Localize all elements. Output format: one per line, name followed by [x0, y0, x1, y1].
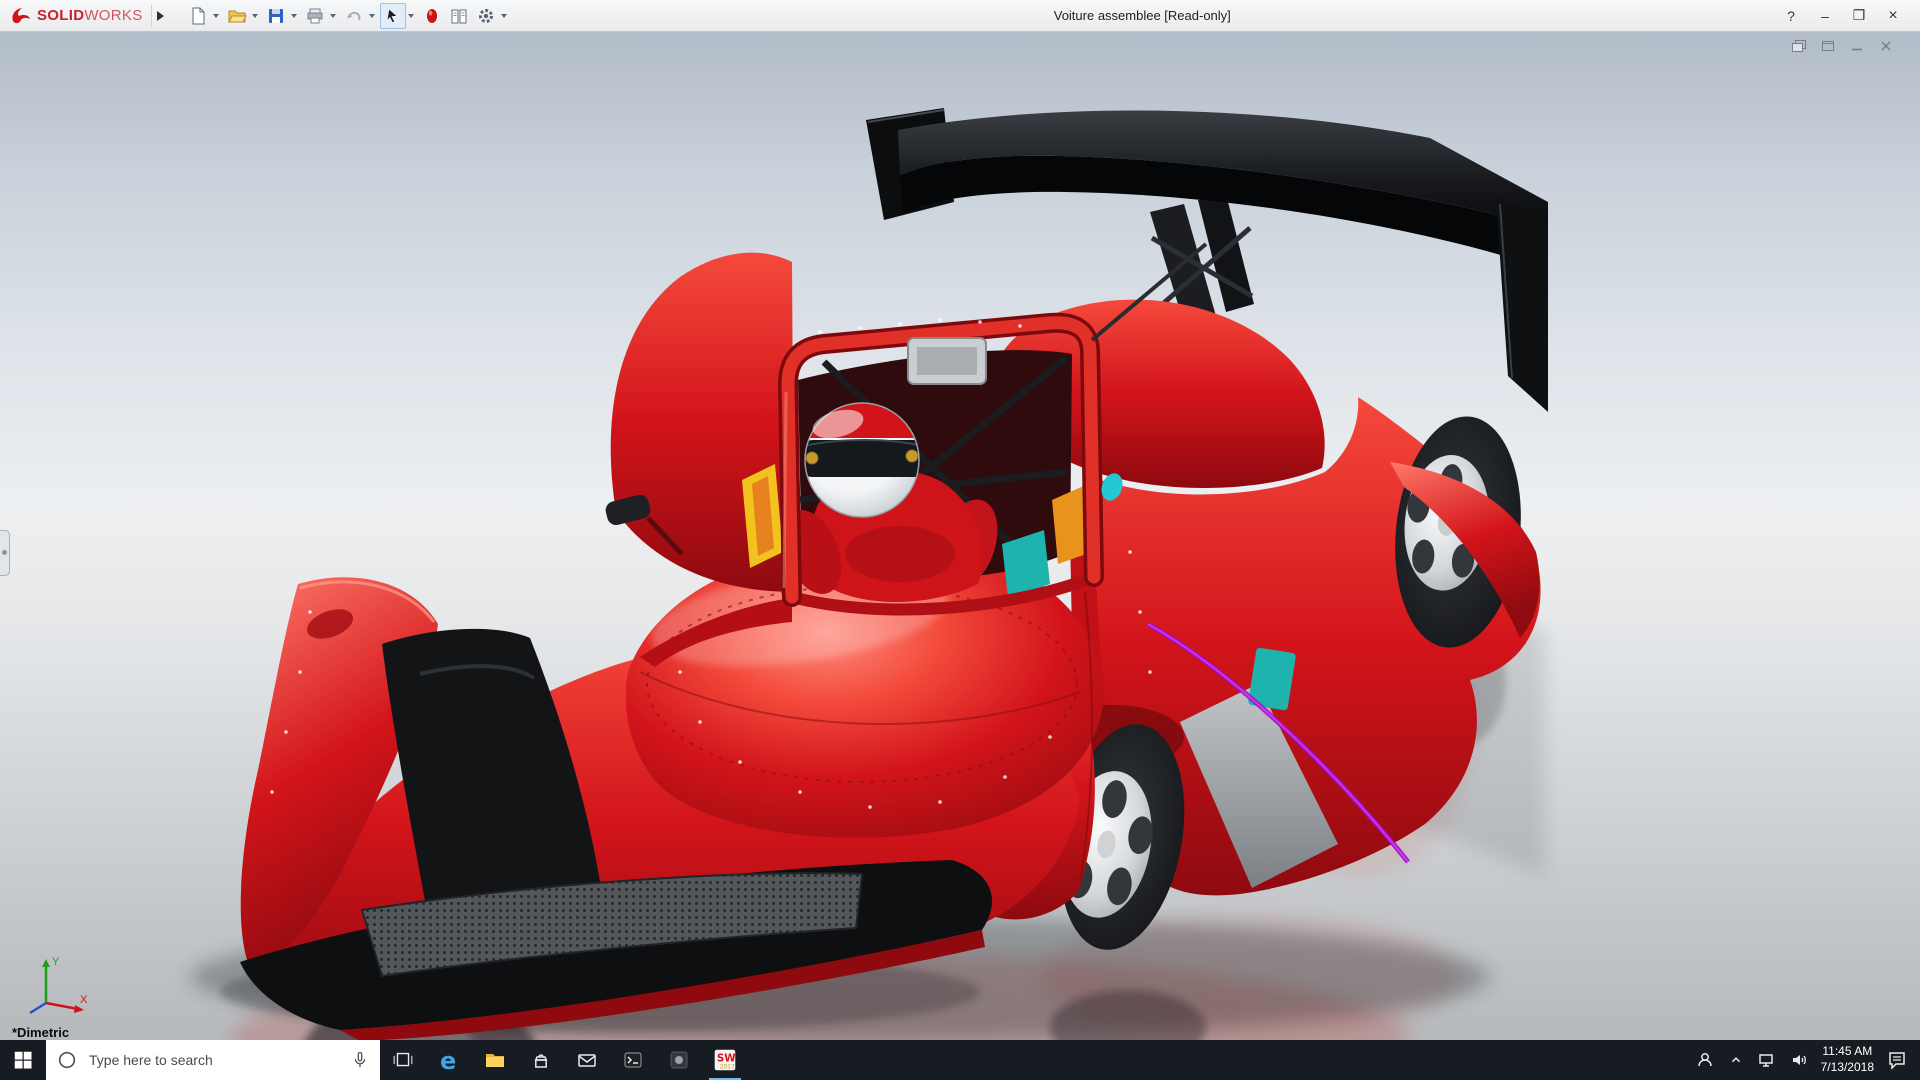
edge-button[interactable]: e [426, 1040, 472, 1080]
file-explorer-icon [483, 1048, 507, 1072]
file-properties-button[interactable] [446, 3, 472, 29]
appearance-icon [422, 6, 442, 26]
orientation-triad: Y X [16, 951, 92, 1017]
tray-time: 11:45 AM [1821, 1044, 1874, 1060]
command-prompt-icon [621, 1048, 645, 1072]
edge-icon: e [436, 1047, 462, 1073]
help-button[interactable]: ? [1774, 3, 1808, 29]
window-controls: ? – ❐ × [1774, 3, 1920, 29]
minimize-button[interactable]: – [1808, 3, 1842, 29]
new-document-button[interactable] [185, 3, 211, 29]
center-mirror [908, 338, 986, 384]
title-bar: SOLIDWORKS [0, 0, 1920, 32]
solidworks-2017-button[interactable]: SW 2017 [702, 1040, 748, 1080]
brand-text-solid: SOLID [37, 7, 84, 24]
open-dropdown-caret[interactable] [252, 14, 258, 18]
view-orientation-label: *Dimetric [12, 1025, 69, 1040]
hidden-icons-chevron-icon[interactable] [1727, 1051, 1745, 1069]
select-button[interactable] [380, 3, 406, 29]
close-button[interactable]: × [1876, 3, 1910, 29]
open-document-icon [227, 6, 247, 26]
print-button[interactable] [302, 3, 328, 29]
save-dropdown-caret[interactable] [291, 14, 297, 18]
start-button[interactable] [0, 1040, 46, 1080]
appearance-button[interactable] [419, 3, 445, 29]
undo-icon [344, 6, 364, 26]
quick-access-toolbar [185, 3, 511, 29]
new-dropdown-caret[interactable] [213, 14, 219, 18]
triad-y-label: Y [52, 956, 60, 968]
viewport-float-button[interactable] [1791, 39, 1807, 53]
viewport-close-button[interactable] [1878, 39, 1894, 53]
solidworks-2017-icon: SW 2017 [712, 1047, 738, 1073]
gear-icon [476, 6, 496, 26]
solidworks-logo: SOLIDWORKS [0, 6, 147, 26]
viewport-minimize-button[interactable] [1849, 39, 1865, 53]
cortana-icon [56, 1049, 78, 1071]
viewport-window-controls [1791, 39, 1894, 53]
print-dropdown-caret[interactable] [330, 14, 336, 18]
dassault-logo-icon [10, 6, 32, 26]
microphone-icon[interactable] [350, 1050, 370, 1070]
car-model-svg [0, 32, 1920, 1041]
action-center-icon[interactable] [1886, 1049, 1908, 1071]
options-dropdown-caret[interactable] [501, 14, 507, 18]
svg-text:e: e [440, 1047, 456, 1073]
volume-icon[interactable] [1789, 1050, 1809, 1070]
featuremanager-collapsed-tab[interactable] [0, 530, 10, 576]
triad-x-label: X [80, 994, 88, 1006]
menu-expand-arrow[interactable] [151, 5, 169, 27]
viewport-restore-button[interactable] [1820, 39, 1836, 53]
open-document-button[interactable] [224, 3, 250, 29]
network-icon[interactable] [1757, 1050, 1777, 1070]
float-window-icon [1792, 40, 1806, 52]
document-title: Voiture assemblee [Read-only] [511, 8, 1774, 23]
sw-tile-year: 2017 [720, 1064, 735, 1071]
search-input[interactable] [87, 1051, 341, 1069]
options-gear-button[interactable] [473, 3, 499, 29]
maximize-button[interactable]: ❐ [1842, 3, 1876, 29]
new-document-icon [188, 6, 208, 26]
print-icon [305, 6, 325, 26]
mail-icon [575, 1048, 599, 1072]
dark-app-button[interactable] [656, 1040, 702, 1080]
close-window-icon [1879, 40, 1893, 52]
taskbar-search[interactable] [46, 1040, 380, 1080]
mail-button[interactable] [564, 1040, 610, 1080]
task-view-button[interactable] [380, 1040, 426, 1080]
command-prompt-button[interactable] [610, 1040, 656, 1080]
undo-button[interactable] [341, 3, 367, 29]
tray-date: 7/13/2018 [1821, 1060, 1874, 1076]
save-icon [266, 6, 286, 26]
brand-text-works: WORKS [84, 7, 142, 24]
restore-window-icon [1821, 40, 1835, 52]
save-button[interactable] [263, 3, 289, 29]
windows-logo-icon [12, 1049, 34, 1071]
tray-clock[interactable]: 11:45 AM 7/13/2018 [1821, 1044, 1874, 1075]
expand-triangle-icon [157, 11, 164, 21]
dark-app-icon [667, 1048, 691, 1072]
store-button[interactable] [518, 1040, 564, 1080]
select-cursor-icon [383, 6, 403, 26]
file-properties-icon [449, 6, 469, 26]
minimize-window-icon [1850, 40, 1864, 52]
file-explorer-button[interactable] [472, 1040, 518, 1080]
windows-taskbar: e SW [0, 1040, 1920, 1080]
select-dropdown-caret[interactable] [408, 14, 414, 18]
undo-dropdown-caret[interactable] [369, 14, 375, 18]
task-view-icon [391, 1048, 415, 1072]
user-icon[interactable] [1695, 1050, 1715, 1070]
store-icon [529, 1048, 553, 1072]
system-tray: 11:45 AM 7/13/2018 [1695, 1040, 1920, 1080]
3d-model-viewport[interactable]: Y X *Dimetric [0, 32, 1920, 1041]
